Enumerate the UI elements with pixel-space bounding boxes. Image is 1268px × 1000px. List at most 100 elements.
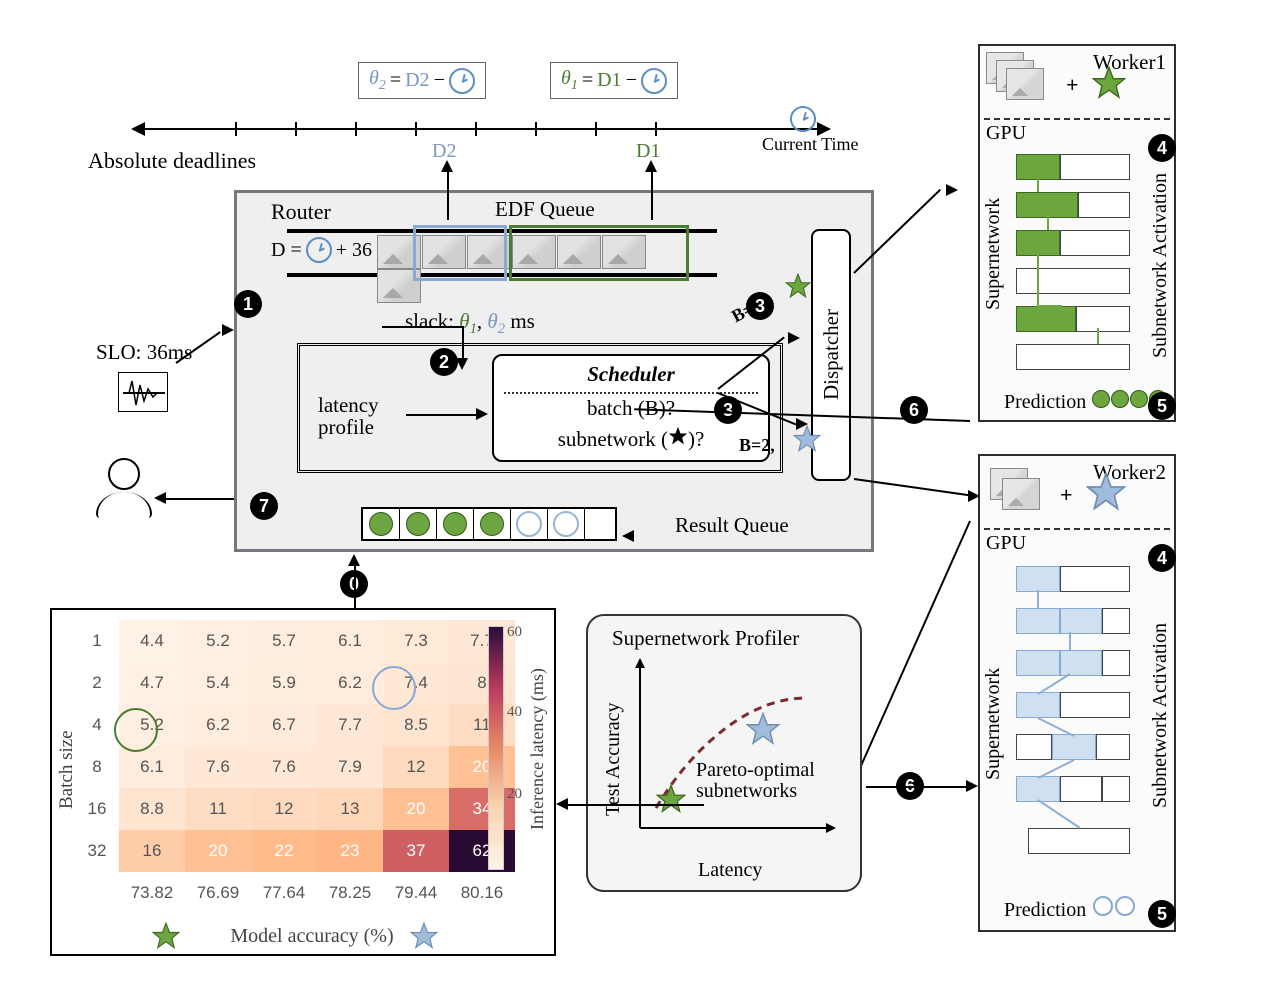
badge-4: 4 (1148, 134, 1176, 162)
badge-3: 3 (746, 292, 774, 320)
heatmap-cell: 34 (449, 788, 515, 830)
profiler-title: Supernetwork Profiler (612, 626, 799, 651)
supernetwork-label: Supernetwork (982, 644, 1005, 804)
heatmap-cell: 8 (449, 662, 515, 704)
result-dot-green (443, 512, 467, 536)
profiler-ylabel: Test Accuracy (602, 684, 625, 834)
batch-image (1002, 478, 1040, 510)
activation-label: Subnetwork Activation (1149, 576, 1172, 856)
heatmap-cell: 6.1 (119, 746, 185, 788)
router-title: Router (271, 199, 331, 225)
supernetwork-profiler: Supernetwork Profiler Test Accuracy Late… (586, 614, 862, 892)
result-dot-green (369, 512, 393, 536)
colorbar (488, 626, 504, 870)
heatmap-highlight-blue (372, 666, 416, 710)
heatmap-cell: 22 (251, 830, 317, 872)
activation-label: Subnetwork Activation (1149, 146, 1172, 386)
heatmap-cell: 11 (185, 788, 251, 830)
latency-profile-label: latency profile (318, 394, 379, 438)
prediction-label: Prediction (1004, 390, 1167, 414)
result-queue-label: Result Queue (675, 513, 789, 538)
slo-wave-icon (118, 372, 168, 412)
result-queue (361, 507, 617, 541)
star-blue-icon (410, 922, 438, 950)
scheduler-subnet-q: subnetwork ()? (494, 426, 768, 452)
badge-1: 1 (234, 290, 262, 318)
badge-3: 3 (714, 396, 742, 424)
clock-icon (306, 237, 332, 263)
heatmap-cell: 7.7 (317, 704, 383, 746)
heatmap-cell: 4.4 (119, 620, 185, 662)
heatmap-ylabel: Batch size (56, 670, 78, 870)
heatmap-cell: 6.7 (251, 704, 317, 746)
heatmap-cell: 8.8 (119, 788, 185, 830)
heatmap-cell: 7.7 (449, 620, 515, 662)
heatmap-cell: 7.9 (317, 746, 383, 788)
clock-icon (641, 68, 667, 94)
result-dot-blue (516, 511, 542, 537)
theta1-box: θ1 = D1 − (550, 62, 678, 99)
heatmap-cell: 5.7 (251, 620, 317, 662)
heatmap-cell: 20 (383, 788, 449, 830)
result-dot-blue (553, 511, 579, 537)
worker2: Worker2 + GPU Supernetwork Subnetwork Ac… (978, 454, 1176, 932)
heatmap-cell: 7.3 (383, 620, 449, 662)
badge-4: 4 (1148, 544, 1176, 572)
profiler-legend: Pareto-optimal subnetworks (696, 760, 815, 802)
clock-icon (449, 68, 475, 94)
heatmap-cell: 13 (317, 788, 383, 830)
heatmap-cell: 12 (251, 788, 317, 830)
heatmap-table: 14.45.25.76.17.37.724.75.45.96.27.4845.2… (80, 620, 515, 914)
star-blue-icon (1086, 472, 1126, 512)
pred-dot-green (1111, 390, 1129, 408)
heatmap-cell: 37 (383, 830, 449, 872)
badge-5: 5 (1148, 392, 1176, 420)
colorbar-label: Inference latency (ms) (527, 634, 548, 864)
heatmap-cell: 5.4 (185, 662, 251, 704)
result-dot-green (406, 512, 430, 536)
current-time-label: Current Time (762, 134, 859, 155)
plus-icon: + (1066, 72, 1079, 98)
badge-7: 7 (250, 492, 278, 520)
heatmap-cell: 7.6 (185, 746, 251, 788)
heatmap-cell: 20 (449, 746, 515, 788)
star-green-icon (656, 784, 686, 814)
star-green-icon (785, 273, 811, 299)
edf-group-theta2 (413, 225, 507, 281)
scheduler-panel: latency profile Scheduler batch (B)? sub… (297, 343, 783, 473)
profiler-xlabel: Latency (698, 859, 762, 882)
heatmap-cell: 8.5 (383, 704, 449, 746)
heatmap-cell: 12 (383, 746, 449, 788)
abs-deadlines-label: Absolute deadlines (88, 148, 256, 174)
edf-group-theta1 (509, 225, 689, 281)
router: Router EDF Queue D = + 36 slack: θ1, θ2 … (234, 190, 874, 552)
gpu-label: GPU (986, 532, 1026, 555)
heatmap-xlabel: Model accuracy (%) (182, 925, 442, 948)
plus-icon: + (1060, 482, 1073, 508)
slack-label: slack: θ1, θ2 ms (405, 309, 535, 338)
heatmap-cell: 16 (119, 830, 185, 872)
pred-dot-green (1092, 390, 1110, 408)
batch-image (1006, 68, 1044, 100)
theta2-box: θ2 = D2 − (358, 62, 486, 99)
heatmap-cell: 4.7 (119, 662, 185, 704)
worker1: Worker1 + GPU Supernetwork Subnetwork Ac… (978, 44, 1176, 422)
badge-5: 5 (1148, 900, 1176, 928)
heatmap-cell: 5.9 (251, 662, 317, 704)
heatmap-cell: 20 (185, 830, 251, 872)
clock-icon (790, 106, 816, 132)
heatmap-highlight-green (114, 708, 158, 752)
edf-queue-label: EDF Queue (495, 197, 595, 222)
badge-2: 2 (430, 348, 458, 376)
supernetwork-label: Supernetwork (982, 174, 1005, 334)
heatmap-cell: 6.2 (185, 704, 251, 746)
heatmap-cell: 11 (449, 704, 515, 746)
star-green-icon (1092, 66, 1126, 100)
prediction-label: Prediction (1004, 896, 1135, 922)
result-dot-green (480, 512, 504, 536)
star-icon (668, 427, 688, 451)
b2-label: B=2, (739, 435, 775, 456)
pred-dot-blue (1115, 896, 1135, 916)
pred-dot-blue (1093, 896, 1113, 916)
heatmap-cell: 7.6 (251, 746, 317, 788)
